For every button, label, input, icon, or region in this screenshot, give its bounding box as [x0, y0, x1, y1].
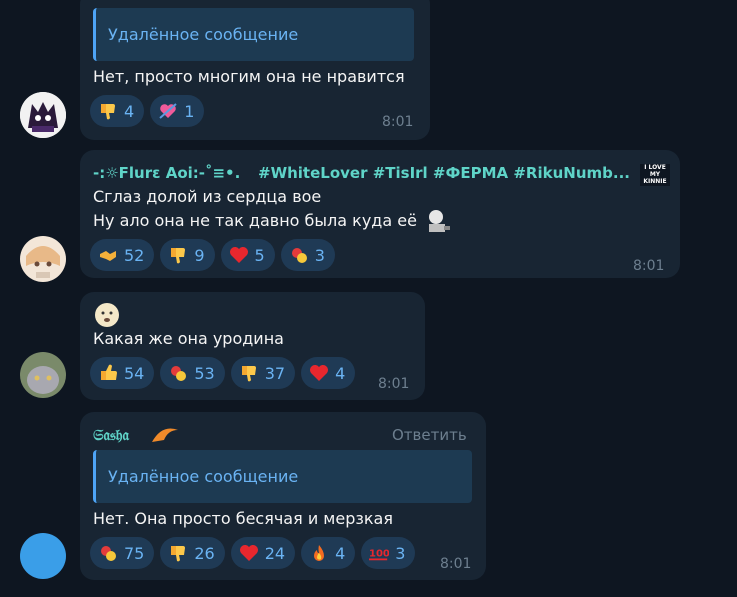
- reaction-count: 3: [395, 543, 406, 563]
- pill-icon: [171, 366, 187, 381]
- reaction-count: 4: [335, 363, 346, 383]
- reaction-count: 3: [314, 245, 325, 265]
- avatar[interactable]: [20, 236, 66, 282]
- heart-icon: [229, 247, 248, 263]
- message-text: Нет. Она просто бесячая и мерзкая: [93, 509, 393, 528]
- message-text-line: Сглаз долой из сердца вое: [93, 187, 322, 206]
- custom-emoji-badge: I LOVE MY KINNIE: [640, 164, 670, 186]
- reply-button[interactable]: Ответить: [392, 426, 467, 444]
- thumbs-down-icon: [241, 366, 256, 382]
- handshake-icon: [100, 251, 116, 261]
- reaction-hundred[interactable]: 100 3: [361, 537, 416, 569]
- message-time: 8:01: [440, 556, 472, 572]
- pill-icon: [101, 546, 116, 561]
- fish-emoji-icon: [152, 428, 178, 442]
- thumbs-down-icon: [171, 248, 186, 264]
- reaction-thumbs-down[interactable]: 4: [90, 95, 145, 127]
- reaction-count: 53: [194, 363, 215, 383]
- heart-icon: [239, 545, 258, 561]
- shocked-emoji-icon: [95, 303, 119, 327]
- reaction-thumbs-down[interactable]: 26: [160, 537, 225, 569]
- reaction-count: 54: [124, 363, 145, 383]
- sticker-emoji-icon: [429, 210, 450, 232]
- reaction-count: 26: [194, 543, 215, 563]
- reaction-heart[interactable]: 24: [230, 537, 296, 569]
- reaction-count: 52: [124, 245, 145, 265]
- reaction-handshake[interactable]: 52: [90, 239, 155, 271]
- sender-hashtags[interactable]: #WhiteLover #TisIrl #ФЕРМА #RikuNumb...: [258, 164, 630, 182]
- reaction-count: 4: [124, 101, 135, 121]
- reply-preview[interactable]: Удалённое сообщение: [93, 450, 472, 503]
- sender-name[interactable]: 𝔖𝔞𝔰𝔥𝔞: [93, 426, 129, 444]
- reaction-heart[interactable]: 4: [301, 357, 356, 389]
- message-time: 8:01: [378, 376, 410, 392]
- message-text: Нет, просто многим она не нравится: [93, 67, 405, 86]
- reactions-bar: 54 53 37 4: [90, 357, 356, 389]
- message-time: 8:01: [633, 258, 665, 274]
- reaction-thumbs-down[interactable]: 9: [160, 239, 215, 271]
- heart-icon: [310, 365, 329, 381]
- reaction-heart-arrow[interactable]: 1: [150, 95, 205, 127]
- message-text-line: Ну ало она не так давно была куда её: [93, 211, 417, 230]
- message-text: Какая же она уродина: [93, 329, 284, 348]
- reactions-bar: 4 1: [90, 95, 205, 127]
- reaction-count: 1: [184, 101, 195, 121]
- reaction-count: 9: [194, 245, 205, 265]
- svg-text:100: 100: [369, 549, 389, 560]
- reaction-thumbs-up[interactable]: 54: [90, 357, 155, 389]
- thumbs-down-icon: [101, 104, 115, 120]
- pill-icon: [291, 248, 307, 263]
- reaction-pill[interactable]: 3: [280, 239, 335, 271]
- reaction-fire[interactable]: 4: [301, 537, 356, 569]
- fire-icon: [314, 545, 325, 561]
- heart-arrow-icon: [159, 103, 177, 119]
- hundred-icon: 100: [369, 549, 389, 561]
- avatar[interactable]: [20, 92, 66, 138]
- reply-preview-text: Удалённое сообщение: [108, 467, 299, 486]
- reaction-thumbs-down[interactable]: 37: [230, 357, 296, 389]
- reactions-bar: 75 26 24 4 100 3: [90, 537, 416, 569]
- reaction-heart[interactable]: 5: [220, 239, 275, 271]
- avatar[interactable]: [20, 352, 66, 398]
- reaction-pill[interactable]: 75: [90, 537, 155, 569]
- thumbs-down-icon: [171, 546, 186, 562]
- reaction-pill[interactable]: 53: [160, 357, 225, 389]
- reply-preview[interactable]: Удалённое сообщение: [93, 8, 414, 61]
- reactions-bar: 52 9 5 3: [90, 239, 335, 271]
- message-time: 8:01: [382, 114, 414, 130]
- reaction-count: 4: [335, 543, 346, 563]
- avatar[interactable]: [20, 533, 66, 579]
- badge-text: I LOVE MY KINNIE: [643, 164, 667, 185]
- reaction-count: 24: [264, 543, 286, 563]
- reply-preview-text: Удалённое сообщение: [108, 25, 299, 44]
- reaction-count: 37: [264, 363, 286, 383]
- reaction-count: 5: [254, 245, 265, 265]
- sender-name[interactable]: -:☼Flurɛ Aoi:-˚≡•.: [93, 164, 240, 182]
- thumbs-up-icon: [101, 364, 117, 380]
- reaction-count: 75: [124, 543, 145, 563]
